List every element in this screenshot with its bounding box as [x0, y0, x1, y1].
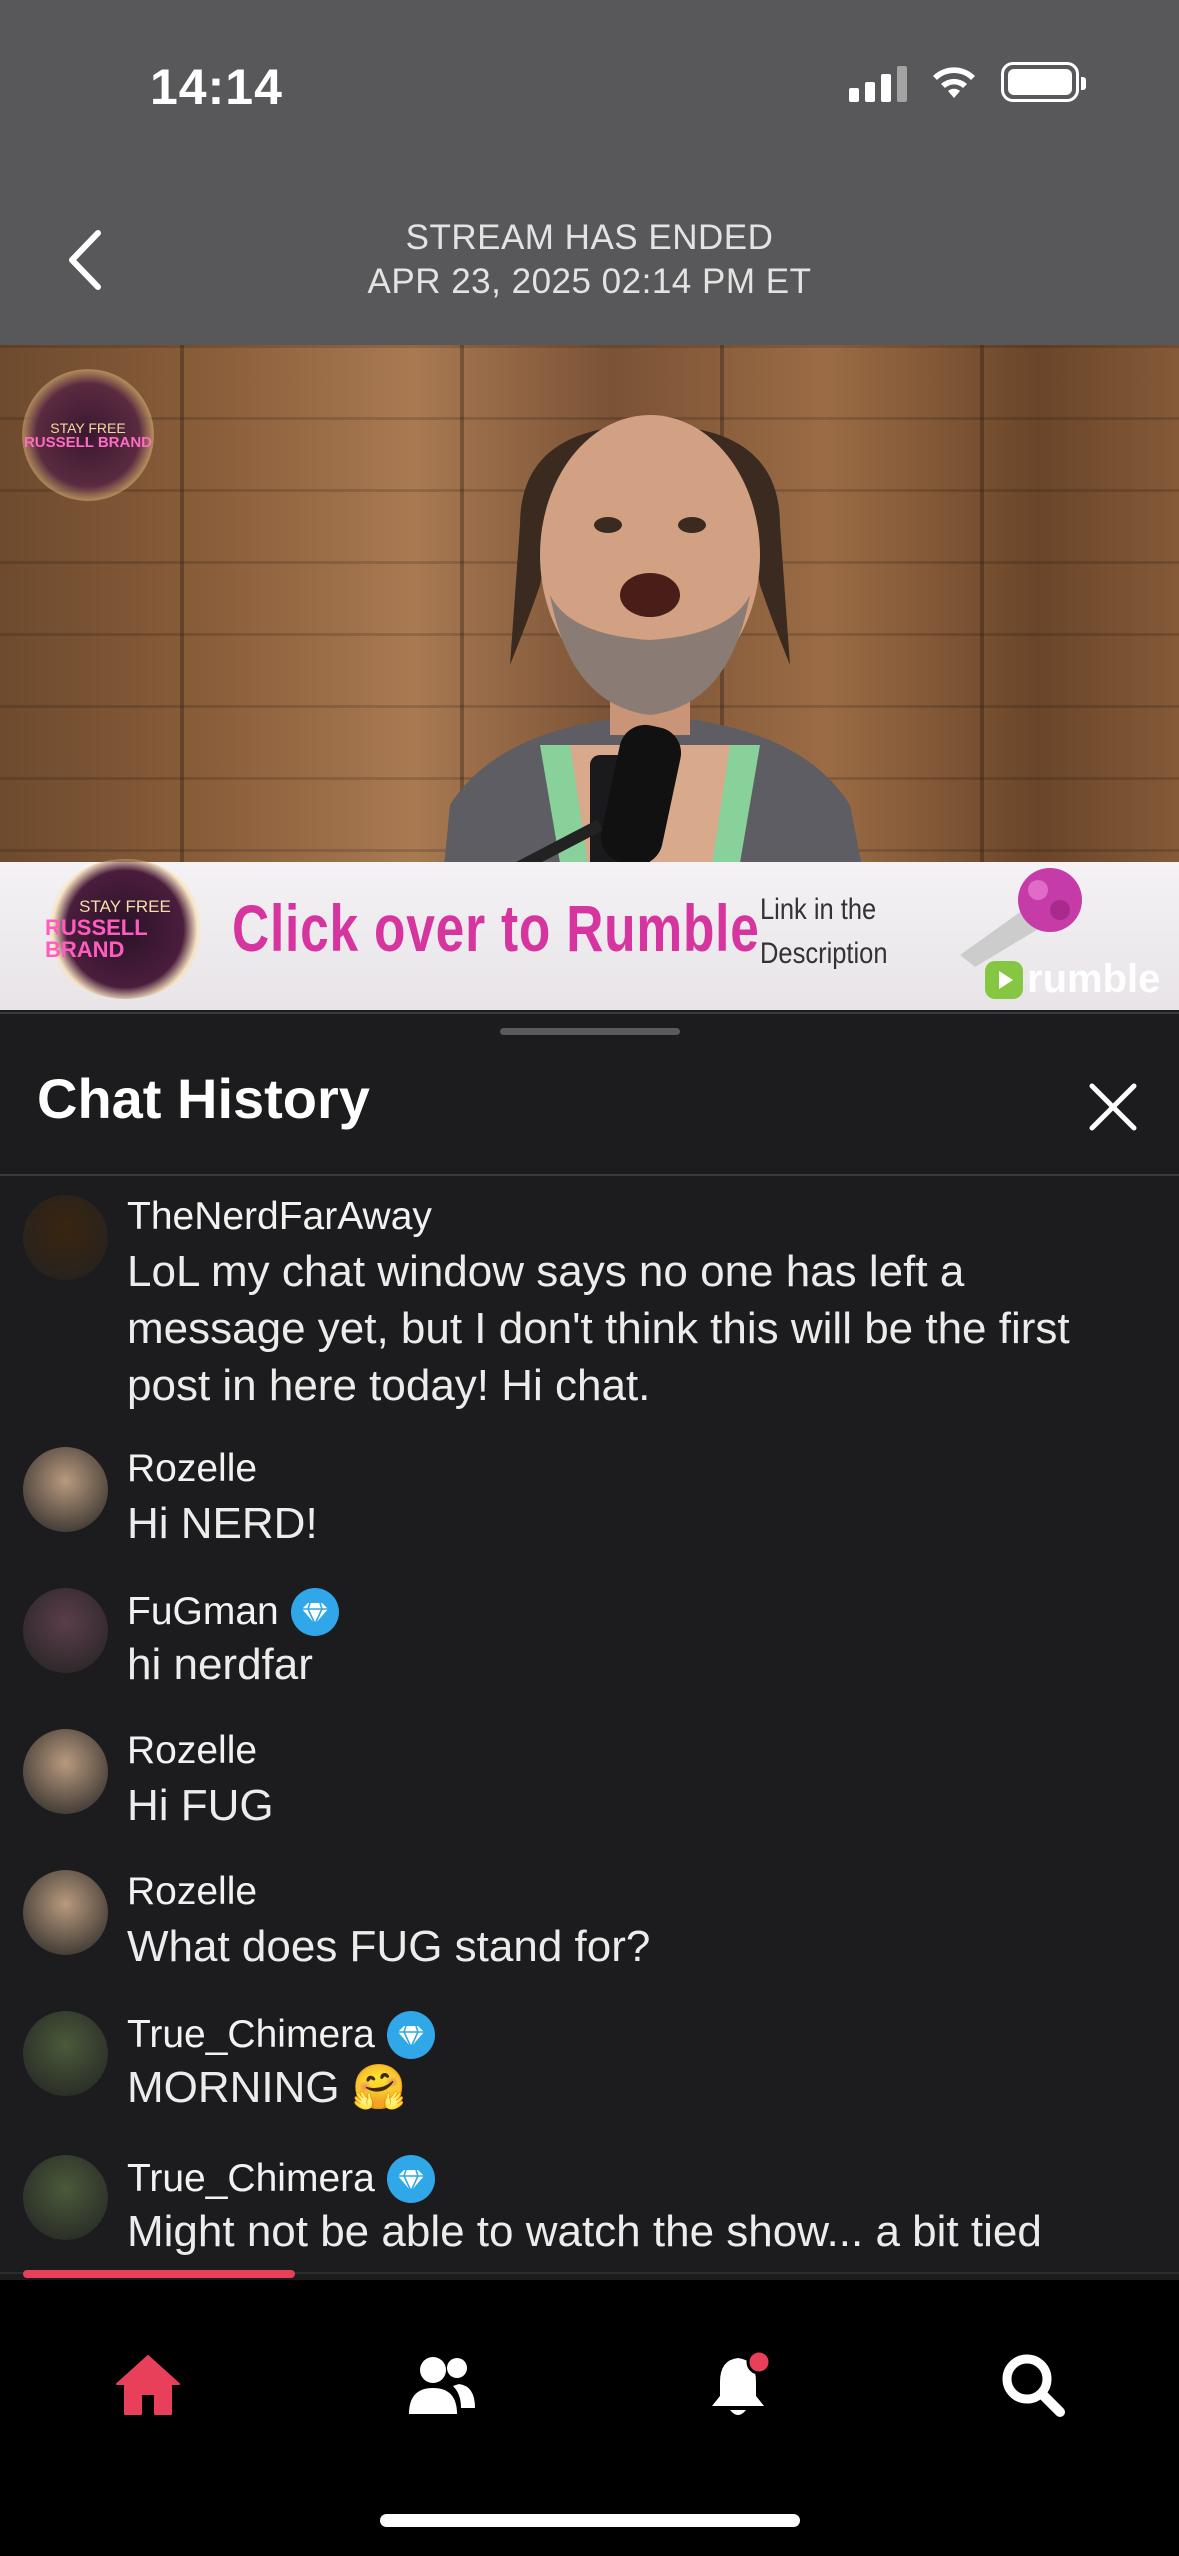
chat-message-text: Hi NERD! [127, 1499, 318, 1548]
verified-gem-icon [386, 2011, 435, 2059]
chat-list[interactable]: TheNerdFarAway LoL my chat window says no… [0, 0, 1179, 2270]
avatar[interactable] [23, 1195, 108, 1280]
username-text: True_Chimera [127, 2157, 375, 2200]
scroll-indicator [23, 2270, 295, 2278]
home-icon[interactable] [113, 2350, 183, 2420]
chat-username[interactable]: Rozelle [127, 1447, 257, 1491]
people-icon[interactable] [407, 2350, 477, 2420]
chat-username[interactable]: Rozelle [127, 1729, 257, 1773]
chat-message-text: LoL my chat window says no one has left … [127, 1247, 1070, 1410]
chat-message-text: Might not be able to watch the show... a… [127, 2207, 1042, 2256]
avatar[interactable] [23, 2011, 108, 2096]
username-text: Rozelle [127, 1870, 258, 1913]
avatar[interactable] [23, 1729, 108, 1814]
chat-username[interactable]: True_Chimera [127, 2011, 435, 2059]
chat-username[interactable]: TheNerdFarAway [127, 1195, 432, 1239]
bell-icon[interactable] [705, 2350, 775, 2420]
home-indicator [380, 2514, 800, 2527]
verified-gem-icon [386, 2155, 435, 2203]
username-text: Rozelle [127, 1447, 258, 1490]
username-text: True_Chimera [127, 2013, 375, 2056]
search-icon[interactable] [998, 2350, 1068, 2420]
chat-username[interactable]: FuGman [127, 1588, 339, 1636]
avatar[interactable] [23, 2155, 108, 2240]
verified-gem-icon [290, 1588, 339, 1636]
chat-message-text: Hi FUG [127, 1781, 274, 1830]
avatar[interactable] [23, 1588, 108, 1673]
chat-username[interactable]: True_Chimera [127, 2155, 435, 2203]
chat-username[interactable]: Rozelle [127, 1870, 257, 1914]
chat-message-text: hi nerdfar [127, 1640, 313, 1689]
username-text: TheNerdFarAway [127, 1195, 432, 1238]
username-text: FuGman [127, 1590, 279, 1633]
avatar[interactable] [23, 1447, 108, 1532]
chat-message-text: MORNING 🤗 [127, 2063, 407, 2112]
username-text: Rozelle [127, 1729, 258, 1772]
chat-message-text: What does FUG stand for? [127, 1922, 651, 1971]
avatar[interactable] [23, 1870, 108, 1955]
